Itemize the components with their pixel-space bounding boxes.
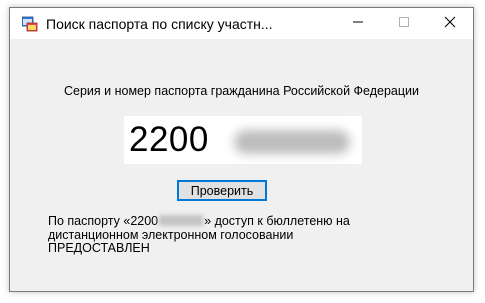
- app-form-icon: [21, 16, 38, 32]
- maximize-button[interactable]: [381, 8, 427, 39]
- app-window: Поиск паспорта по списку участн... Серия…: [9, 7, 474, 292]
- maximize-icon: [398, 15, 410, 33]
- result-text-part2: » доступ к бюллетеню на: [204, 214, 350, 228]
- result-line-2: дистанционном электронном голосовании: [48, 227, 294, 242]
- minimize-icon: [352, 15, 364, 33]
- passport-number-redacted-inline: [159, 215, 204, 226]
- close-icon: [444, 15, 456, 33]
- passport-input[interactable]: 2200: [124, 116, 362, 164]
- minimize-button[interactable]: [335, 8, 381, 39]
- check-button[interactable]: Проверить: [177, 180, 267, 201]
- result-message: По паспорту «2200 » доступ к бюллетеню на…: [48, 214, 408, 256]
- passport-series-value: 2200: [129, 120, 209, 159]
- window-title: Поиск паспорта по списку участн...: [46, 16, 273, 32]
- result-text-part1: По паспорту «2200: [48, 214, 159, 228]
- passport-number-redacted: [234, 130, 350, 154]
- result-line-3: ПРЕДОСТАВЛЕН: [48, 241, 150, 255]
- passport-prompt-label: Серия и номер паспорта гражданина Россий…: [63, 84, 420, 98]
- close-button[interactable]: [427, 8, 473, 39]
- result-line-1: По паспорту «2200 » доступ к бюллетеню на: [48, 214, 408, 229]
- title-bar[interactable]: Поиск паспорта по списку участн...: [10, 8, 473, 39]
